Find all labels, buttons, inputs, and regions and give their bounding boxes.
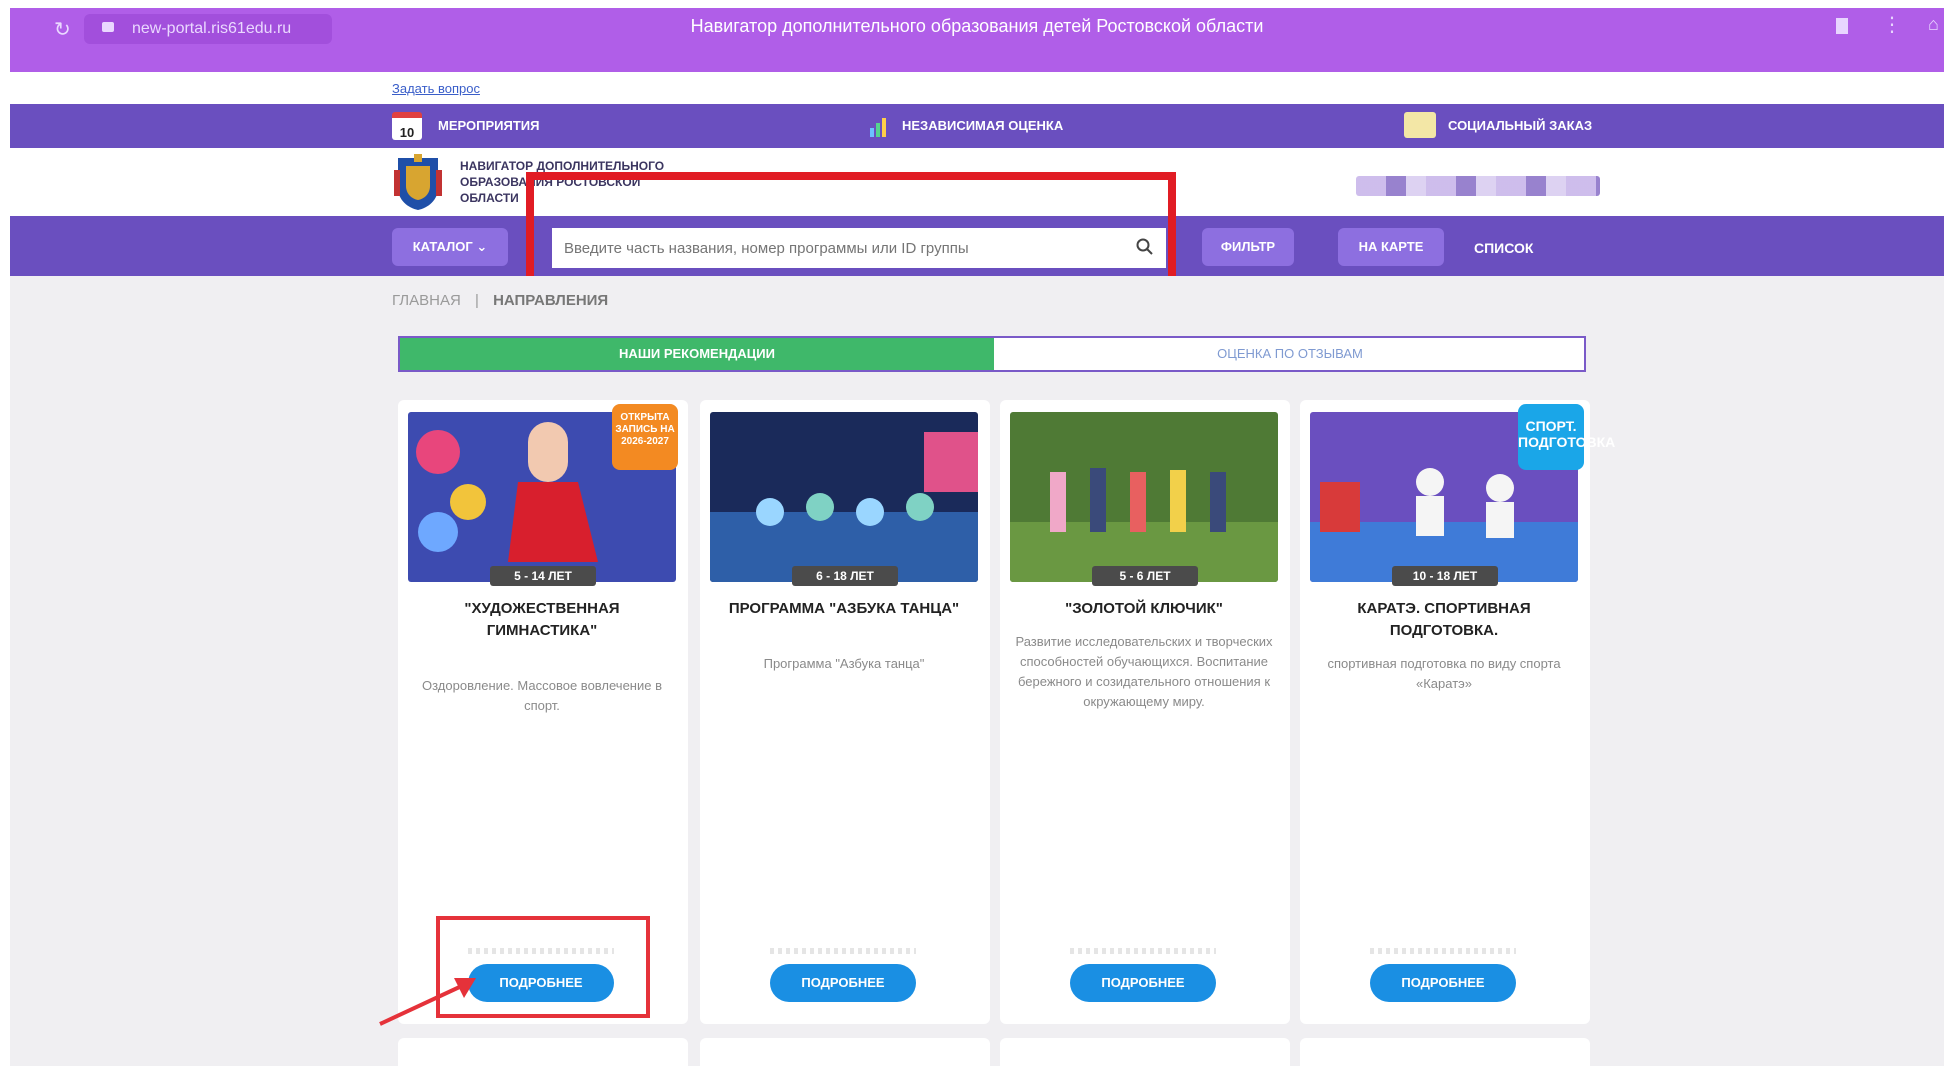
program-photo-dance[interactable] [710, 412, 978, 582]
program-title[interactable]: КАРАТЭ. СПОРТИВНАЯ ПОДГОТОВКА. [1310, 598, 1578, 642]
divider [1070, 948, 1216, 954]
program-card[interactable]: 5 - 6 ЛЕТ "ЗОЛОТОЙ КЛЮЧИК" Развитие иссл… [1000, 400, 1290, 1024]
social-order-link[interactable]: СОЦИАЛЬНЫЙ ЗАКАЗ [1448, 118, 1592, 133]
browser-page-title: Навигатор дополнительного образования де… [690, 16, 1264, 36]
divider [1370, 948, 1516, 954]
program-title[interactable]: ПРОГРАММА "АЗБУКА ТАНЦА" [710, 598, 978, 620]
open-enrollment-badge: ОТКРЫТА ЗАПИСЬ НА 2026-2027 [612, 404, 678, 470]
program-photo-kids[interactable] [1010, 412, 1278, 582]
tab-recommendations[interactable]: НАШИ РЕКОМЕНДАЦИИ [400, 338, 994, 370]
program-card-partial[interactable] [1000, 1038, 1290, 1066]
program-card-partial[interactable] [1300, 1038, 1590, 1066]
program-description: Программа "Азбука танца" [763, 656, 925, 671]
program-title[interactable]: "ЗОЛОТОЙ КЛЮЧИК" [1010, 598, 1278, 620]
program-card-partial[interactable] [700, 1038, 990, 1066]
age-label: 10 - 18 ЛЕТ [1392, 566, 1498, 586]
catalog-dropdown[interactable]: КАТАЛОГ ⌄ [392, 228, 508, 266]
top-nav: 10 МЕРОПРИЯТИЯ НЕЗАВИСИМАЯ ОЦЕНКА СОЦИАЛ… [10, 104, 1944, 148]
program-title[interactable]: "ХУДОЖЕСТВЕННАЯ ГИМНАСТИКА" [408, 598, 676, 642]
details-button[interactable]: ПОДРОБНЕЕ [770, 964, 916, 1002]
social-order-icon[interactable] [1404, 112, 1436, 138]
program-card-partial[interactable] [398, 1038, 688, 1066]
user-info-blurred[interactable] [1356, 176, 1600, 196]
program-card[interactable]: СПОРТ. ПОДГОТОВКА 10 - 18 ЛЕТ КАРАТЭ. СП… [1300, 400, 1615, 1024]
browser-top-bar: ↻ new-portal.ris61edu.ru Навигатор допол… [10, 8, 1944, 72]
program-description: Развитие исследовательских и творческих … [1015, 634, 1273, 709]
main-content: ГЛАВНАЯ | НАПРАВЛЕНИЯ НАШИ РЕКОМЕНДАЦИИ … [10, 276, 1944, 1066]
age-label: 5 - 6 ЛЕТ [1092, 566, 1198, 586]
program-description: Оздоровление. Массовое вовлечение в спор… [422, 678, 662, 713]
map-button[interactable]: НА КАРТЕ [1338, 228, 1444, 266]
age-label: 6 - 18 ЛЕТ [792, 566, 898, 586]
breadcrumb-separator: | [474, 292, 479, 309]
breadcrumb-current: НАПРАВЛЕНИЯ [493, 292, 609, 309]
list-button[interactable]: СПИСОК [1474, 240, 1533, 256]
independent-assessment-link[interactable]: НЕЗАВИСИМАЯ ОЦЕНКА [902, 118, 1063, 133]
pointer-arrow-icon [379, 978, 476, 1026]
chevron-down-icon: ⌄ [476, 239, 488, 254]
chart-icon[interactable] [868, 114, 890, 138]
bookmark-icon[interactable] [1836, 18, 1848, 34]
breadcrumb-home[interactable]: ГЛАВНАЯ [392, 292, 461, 309]
more-vert-icon[interactable]: ⋮ [1882, 12, 1902, 37]
age-label: 5 - 14 ЛЕТ [490, 566, 596, 586]
sport-badge: СПОРТ. ПОДГОТОВКА [1518, 404, 1615, 470]
details-button[interactable]: ПОДРОБНЕЕ [1370, 964, 1516, 1002]
ask-question-row: Задать вопрос [10, 72, 1944, 104]
extension-icon[interactable]: ⌂ [1928, 14, 1939, 35]
tabs: НАШИ РЕКОМЕНДАЦИИ ОЦЕНКА ПО ОТЗЫВАМ [398, 336, 1586, 372]
calendar-icon[interactable]: 10 [392, 112, 422, 140]
tab-reviews[interactable]: ОЦЕНКА ПО ОТЗЫВАМ [994, 338, 1586, 370]
coat-of-arms-logo[interactable] [392, 152, 444, 212]
filter-button[interactable]: ФИЛЬТР [1202, 228, 1294, 266]
details-button[interactable]: ПОДРОБНЕЕ [1070, 964, 1216, 1002]
program-card[interactable]: 6 - 18 ЛЕТ ПРОГРАММА "АЗБУКА ТАНЦА" Прог… [700, 400, 990, 1024]
program-description: спортивная подготовка по виду спорта «Ка… [1327, 656, 1561, 691]
ask-question-link[interactable]: Задать вопрос [392, 81, 480, 96]
breadcrumb: ГЛАВНАЯ | НАПРАВЛЕНИЯ [392, 292, 608, 309]
divider [770, 948, 916, 954]
catalog-label: КАТАЛОГ [412, 239, 473, 254]
events-link[interactable]: МЕРОПРИЯТИЯ [438, 118, 539, 133]
